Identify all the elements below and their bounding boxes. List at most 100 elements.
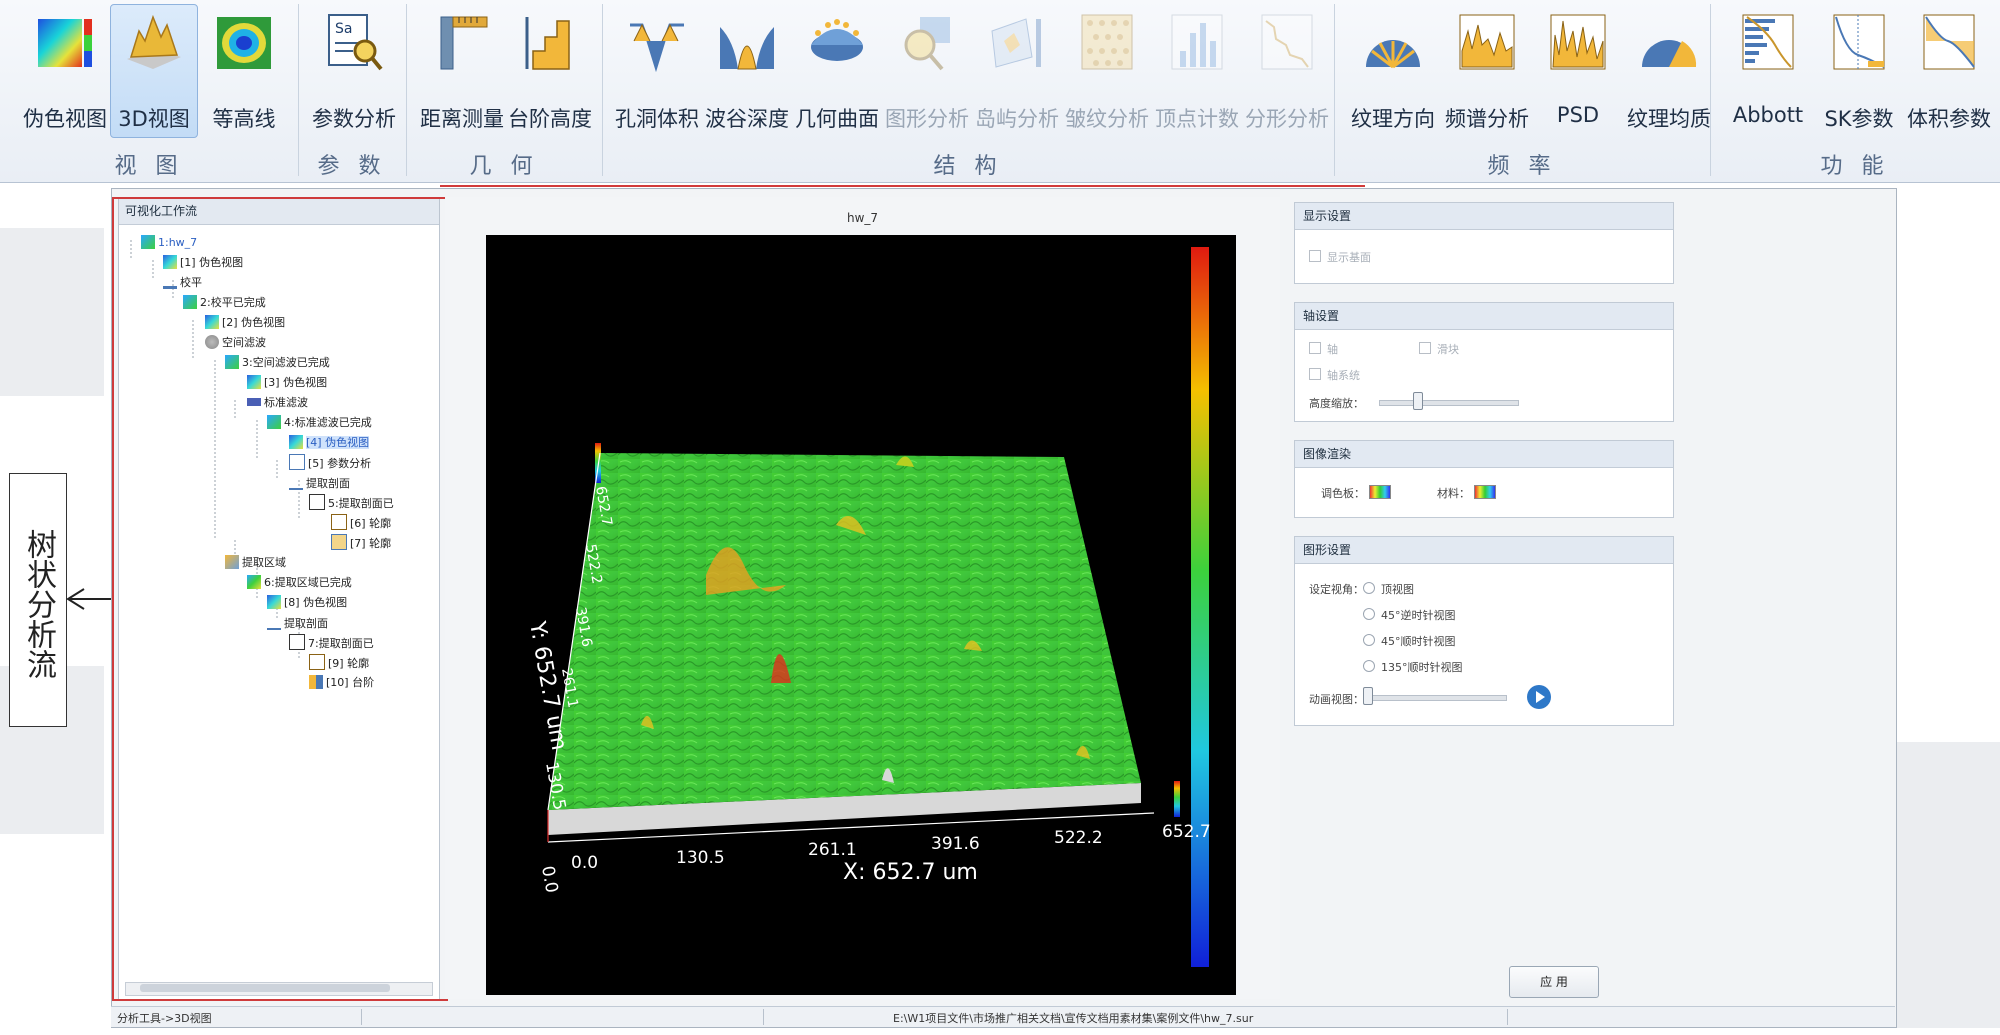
uniformity-icon (1642, 40, 1697, 67)
checkbox-icon (1419, 342, 1431, 354)
shape-analysis-button[interactable]: 图形分析 (882, 4, 972, 138)
tree-node[interactable]: [9] 轮廓 (309, 654, 369, 672)
horizontal-scrollbar[interactable] (125, 982, 433, 996)
tree-node[interactable]: 4:标准滤波已完成 (267, 414, 372, 432)
animation-slider[interactable] (1367, 695, 1507, 701)
background-strip (0, 228, 104, 396)
direction-fan-icon (1366, 40, 1420, 69)
tree-node[interactable]: 提取剖面 (289, 474, 350, 492)
sa-icon-text: Sa (335, 21, 352, 37)
sa-magnifier-icon: Sa (328, 14, 383, 71)
island-analysis-button[interactable]: 岛屿分析 (972, 4, 1062, 138)
group-label-view: 视 图 (114, 154, 184, 179)
valley-depth-button[interactable]: 波谷深度 (702, 4, 792, 138)
tree-node[interactable]: [5] 参数分析 (289, 454, 371, 472)
abbott-button[interactable]: Abbott (1722, 4, 1814, 138)
radio-icon (1363, 582, 1375, 594)
tree-node[interactable]: [6] 轮廓 (331, 514, 391, 532)
tree-node[interactable]: 2:校平已完成 (183, 294, 266, 312)
x-axis-label: X: 652.7 um (843, 860, 978, 885)
apply-button[interactable]: 应 用 (1509, 966, 1599, 998)
arrow-left-icon (66, 588, 114, 610)
group-label-functions: 功 能 (1820, 154, 1890, 179)
leveling-icon (163, 276, 177, 289)
tree-node[interactable]: 7:提取剖面已 (289, 634, 374, 652)
highlight-line (440, 185, 1365, 187)
colorbar-checkbox[interactable]: 滑块 (1419, 341, 1459, 357)
checkbox-icon (1309, 342, 1321, 354)
mini-color-bar (1174, 781, 1180, 817)
step-height-button[interactable]: 台阶高度 (506, 4, 594, 138)
wrinkle-analysis-button[interactable]: 皱纹分析 (1062, 4, 1152, 138)
tree-node[interactable]: [7] 轮廓 (331, 534, 391, 552)
peak-count-button[interactable]: 顶点计数 (1152, 4, 1242, 138)
group-label-geometry: 几 何 (469, 154, 539, 179)
tree-node[interactable]: 5:提取剖面已 (309, 494, 394, 512)
tree-node-selected[interactable]: [4] 伪色视图 (289, 434, 370, 452)
sk-params-button[interactable]: SK参数 (1814, 4, 1904, 138)
tree-node[interactable]: [1] 伪色视图 (163, 254, 243, 272)
tree-node[interactable]: 提取区域 (225, 554, 286, 572)
checkbox-icon (1309, 250, 1321, 262)
scrollbar-thumb[interactable] (140, 984, 390, 992)
play-button[interactable] (1527, 685, 1551, 709)
tree-node[interactable]: [3] 伪色视图 (247, 374, 327, 392)
x-tick-label: 130.5 (676, 848, 725, 868)
texture-direction-button[interactable]: 纹理方向 (1346, 4, 1440, 138)
group-label-structure: 结 构 (933, 154, 1003, 179)
tree-node[interactable]: 3:空间滤波已完成 (225, 354, 330, 372)
status-separator (1507, 1009, 1508, 1025)
height-scale-slider[interactable] (1379, 400, 1519, 406)
render-settings-group: 图像渲染 调色板： 材料： (1294, 440, 1674, 518)
display-settings-group: 显示设置 显示基面 (1294, 202, 1674, 284)
contour-plot-icon (309, 654, 325, 670)
3d-surface-canvas[interactable]: 0.0 130.5 261.1 391.6 522.2 652.7 X: 652… (486, 235, 1236, 995)
volume-params-button[interactable]: 体积参数 (1904, 4, 1994, 138)
param-analysis-icon (289, 454, 305, 470)
group-title: 图形设置 (1295, 537, 1673, 564)
view-option-45-ccw[interactable]: 45°逆时针视图 (1363, 607, 1456, 623)
hole-volume-icon (630, 23, 684, 73)
x-tick-label: 261.1 (808, 840, 857, 860)
annotation-text: 树状分析流 (21, 529, 56, 679)
geo-surface-button[interactable]: 几何曲面 (792, 4, 882, 138)
view-option-135-cw[interactable]: 135°顺时针视图 (1363, 659, 1463, 675)
param-analysis-button[interactable]: Sa 参数分析 (308, 4, 400, 138)
tree-node[interactable]: 1:hw_7 (141, 234, 197, 252)
status-bar: 分析工具->3D视图 E:\W1项目文件\市场推广相关文档\宣传文档用素材集\案… (111, 1006, 1895, 1027)
contour-button[interactable]: 等高线 (200, 4, 288, 138)
texture-uniformity-button[interactable]: 纹理均质 (1622, 4, 1716, 138)
pseudo-color-icon (247, 375, 261, 389)
tree-node[interactable]: 空间滤波 (205, 334, 266, 352)
annotation-box: 树状分析流 (9, 473, 67, 727)
material-selector[interactable]: 材料： (1437, 485, 1496, 501)
surface-data-icon (225, 355, 239, 369)
3d-view-button[interactable]: 3D视图 (110, 4, 198, 138)
fractal-analysis-button[interactable]: 分形分析 (1242, 4, 1332, 138)
tree-node[interactable]: 标准滤波 (247, 394, 308, 412)
palette-selector[interactable]: 调色板： (1321, 485, 1391, 501)
status-separator (361, 1009, 362, 1025)
psd-button[interactable]: PSD (1534, 4, 1622, 138)
tree-node[interactable]: 校平 (163, 274, 202, 292)
axis-system-checkbox[interactable]: 轴系统 (1309, 367, 1360, 383)
hole-volume-button[interactable]: 孔洞体积 (612, 4, 702, 138)
view-option-top[interactable]: 顶视图 (1363, 581, 1414, 597)
tree-node[interactable]: [2] 伪色视图 (205, 314, 285, 332)
spectrum-analysis-button[interactable]: 频谱分析 (1440, 4, 1534, 138)
axis-checkbox[interactable]: 轴 (1309, 341, 1338, 357)
tree-node[interactable]: [8] 伪色视图 (267, 594, 347, 612)
distance-measure-button[interactable]: 距离测量 (416, 4, 508, 138)
view-option-45-cw[interactable]: 45°顺时针视图 (1363, 633, 1456, 649)
x-tick-label: 652.7 (1162, 822, 1211, 842)
slider-thumb[interactable] (1413, 392, 1423, 410)
show-base-checkbox[interactable]: 显示基面 (1309, 249, 1371, 265)
tree-node[interactable]: [10] 台阶 (309, 674, 374, 692)
tree-node[interactable]: 6:提取区域已完成 (247, 574, 352, 592)
pseudo-color-view-button[interactable]: 伪色视图 (22, 4, 108, 138)
island-map-icon (991, 18, 1041, 68)
tree-node[interactable]: 提取剖面 (267, 614, 328, 632)
slider-thumb[interactable] (1363, 687, 1373, 705)
color-scale-bar (1191, 247, 1209, 967)
pseudo-color-icon (38, 19, 92, 67)
